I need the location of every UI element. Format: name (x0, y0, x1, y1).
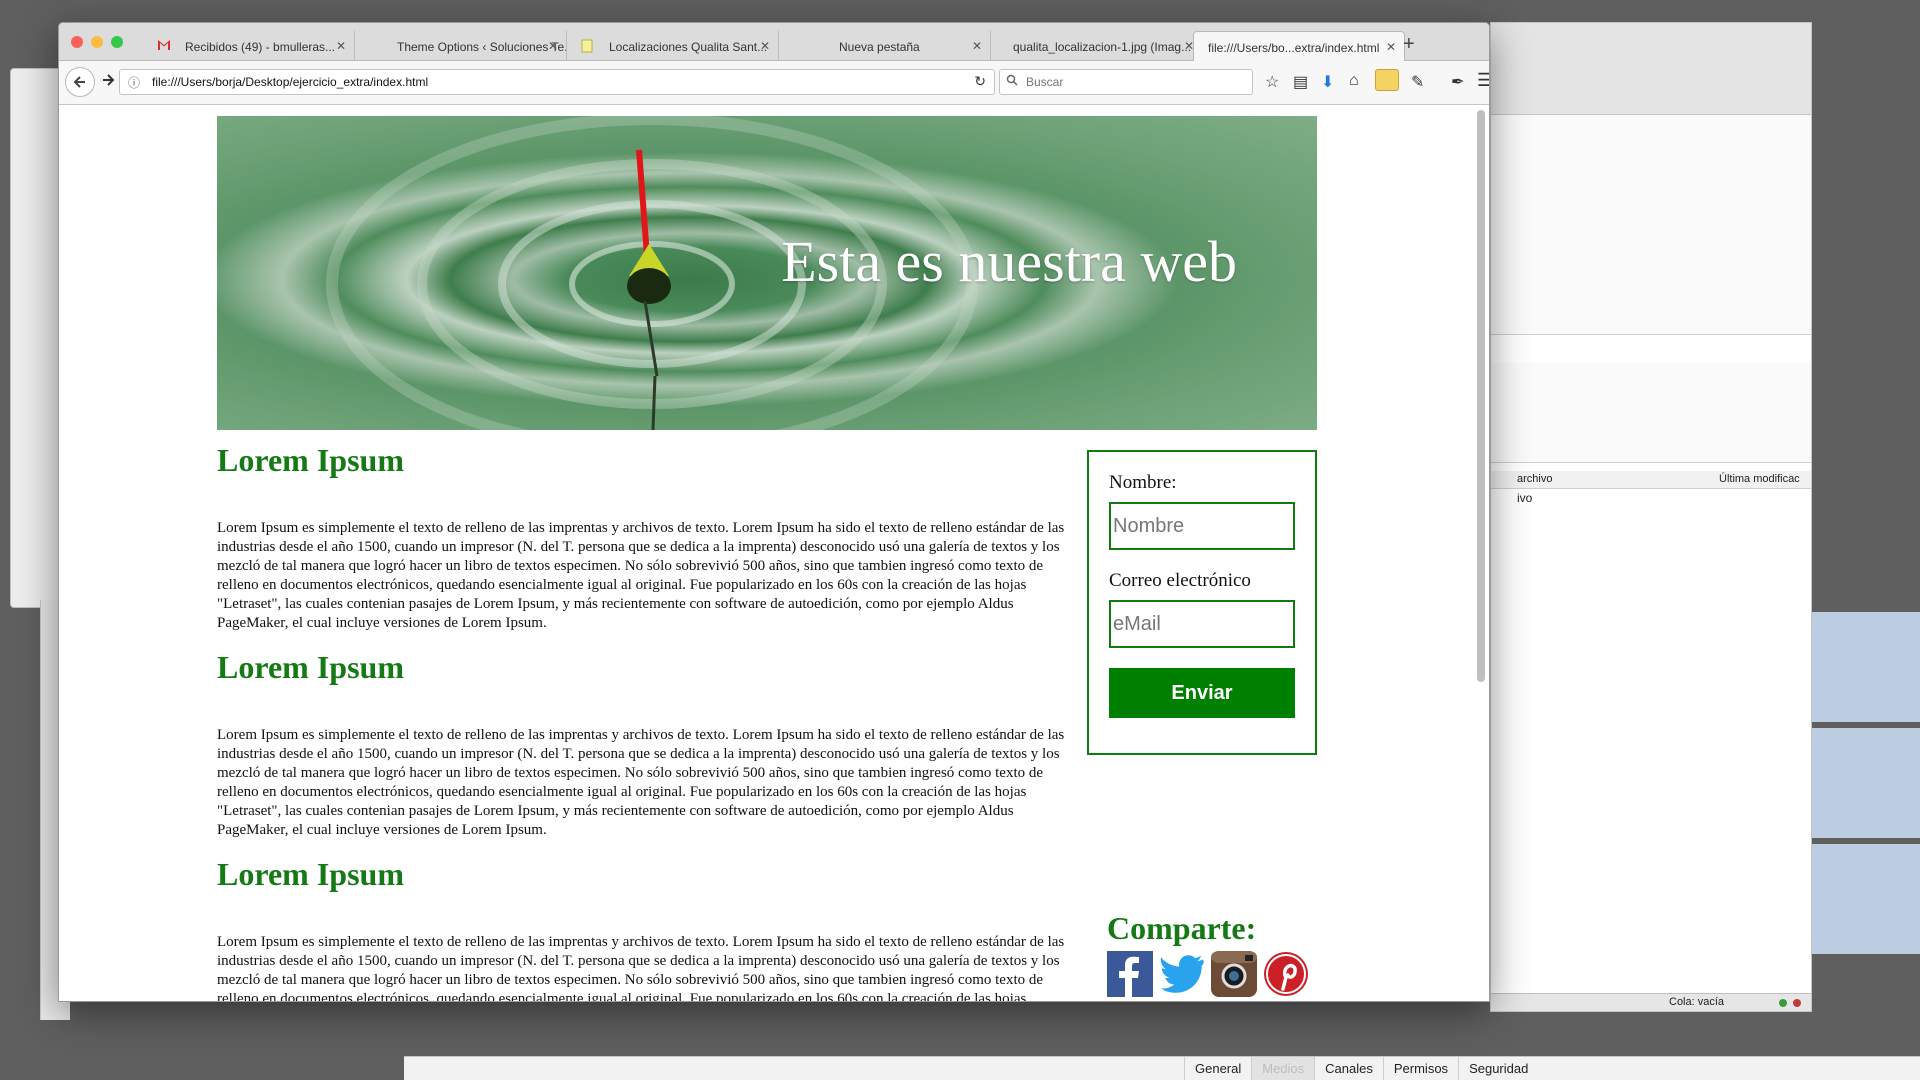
section-text: Lorem Ipsum es simplemente el texto de r… (217, 520, 1065, 631)
navigation-bar: ⓘ file:///Users/borja/Desktop/ejercicio_… (59, 61, 1489, 105)
close-tab-icon[interactable]: ✕ (760, 39, 770, 53)
browser-tab[interactable]: qualita_localizacion-1.jpg (Imag... ✕ (991, 31, 1203, 61)
browser-tab[interactable]: Theme Options ‹ Soluciones Te... ✕ (355, 31, 567, 61)
hero-title: Esta es nuestra web (781, 229, 1237, 294)
submit-button[interactable]: Enviar (1109, 668, 1295, 718)
extension-menu-icon[interactable]: ✎ (1411, 72, 1424, 92)
section-title: Lorem Ipsum (217, 856, 404, 892)
web-page: Esta es nuestra web Lorem Ipsum Lorem Ip… (217, 116, 1317, 1001)
background-bottom-bar: General Medios Canales Permisos Segurida… (404, 1056, 1920, 1080)
address-bar[interactable]: ⓘ file:///Users/borja/Desktop/ejercicio_… (119, 69, 995, 95)
tab-label: Nueva pestaña (839, 40, 920, 54)
share-title: Comparte: (1107, 910, 1257, 946)
browser-tab[interactable]: Nueva pestaña ✕ (779, 31, 991, 61)
section-text: Lorem Ipsum es simplemente el texto de r… (217, 727, 1065, 838)
page-viewport: Esta es nuestra web Lorem Ipsum Lorem Ip… (59, 106, 1489, 1001)
search-input[interactable] (1024, 73, 1244, 91)
desktop-file-thumbnail[interactable] (1812, 844, 1920, 954)
email-label: Correo electrónico (1109, 570, 1251, 591)
background-window-right: archivo Última modificac ivo Cola: vacía (1490, 22, 1812, 1012)
tab-label: file:///Users/bo...extra/index.html (1208, 41, 1380, 55)
tab-seguridad[interactable]: Seguridad (1458, 1057, 1538, 1080)
facebook-icon[interactable] (1107, 951, 1155, 999)
pinterest-icon[interactable] (1263, 951, 1311, 999)
reading-list-icon[interactable]: ▤ (1293, 72, 1308, 92)
tab-label: Localizaciones Qualita Sant... (609, 40, 768, 54)
queue-status: Cola: vacía (1669, 996, 1725, 1008)
search-bar[interactable] (999, 69, 1253, 95)
column-header-modified[interactable]: Última modificac (1719, 473, 1800, 485)
bottom-tabs: General Medios Canales Permisos Segurida… (1184, 1057, 1538, 1080)
forward-arrow-icon (103, 74, 115, 86)
eyedropper-icon[interactable]: ✒ (1451, 72, 1464, 92)
tab-canales[interactable]: Canales (1314, 1057, 1383, 1080)
section-title: Lorem Ipsum (217, 649, 404, 685)
social-links (1107, 951, 1311, 999)
url-text[interactable]: file:///Users/borja/Desktop/ejercicio_ex… (152, 75, 428, 89)
status-dot-icon (1779, 999, 1787, 1007)
menu-icon[interactable]: ☰ (1477, 70, 1489, 91)
section-text: Lorem Ipsum es simplemente el texto de r… (217, 934, 1065, 1002)
background-pane-top (1491, 115, 1811, 335)
name-field[interactable] (1109, 502, 1295, 550)
share-section: Comparte: (1107, 910, 1311, 999)
email-field[interactable] (1109, 600, 1295, 648)
browser-window: Recibidos (49) - bmulleras... ✕ Theme Op… (58, 22, 1490, 1002)
background-pane-middle (1491, 363, 1811, 463)
info-icon[interactable]: ⓘ (128, 74, 140, 91)
twitter-icon[interactable] (1159, 951, 1207, 999)
background-partial-text: ivo (1517, 491, 1533, 505)
tab-general[interactable]: General (1184, 1057, 1251, 1080)
desktop-file-thumbnail[interactable] (1812, 728, 1920, 838)
background-toolbar (1491, 23, 1811, 115)
document-icon (581, 39, 595, 53)
tab-permisos[interactable]: Permisos (1382, 1057, 1458, 1080)
main-content: Lorem Ipsum Lorem Ipsum es simplemente e… (217, 442, 1073, 1002)
close-tab-icon[interactable]: ✕ (972, 39, 982, 53)
status-dot-icon (1793, 999, 1801, 1007)
reload-icon[interactable]: ↻ (974, 73, 986, 90)
download-icon[interactable]: ⬇ (1321, 72, 1334, 92)
close-tab-icon[interactable]: ✕ (336, 39, 346, 53)
browser-tab-active[interactable]: file:///Users/bo...extra/index.html ✕ (1193, 31, 1405, 61)
tab-bar: Recibidos (49) - bmulleras... ✕ Theme Op… (59, 23, 1489, 61)
column-header-archivo[interactable]: archivo (1517, 473, 1552, 485)
back-arrow-icon (73, 76, 85, 88)
scrollbar-thumb[interactable] (1477, 110, 1485, 682)
section-title: Lorem Ipsum (217, 442, 404, 478)
browser-tab[interactable]: Recibidos (49) - bmulleras... ✕ (143, 31, 355, 61)
contact-form: Nombre: Correo electrónico Enviar (1087, 450, 1317, 755)
background-column-headers: archivo Última modificac (1491, 471, 1811, 489)
maximize-window-button[interactable] (111, 36, 123, 48)
vertical-scrollbar[interactable] (1477, 110, 1485, 1000)
close-window-button[interactable] (71, 36, 83, 48)
home-icon[interactable]: ⌂ (1349, 72, 1359, 90)
new-tab-button[interactable]: + (1403, 33, 1415, 56)
instagram-icon[interactable] (1211, 951, 1259, 999)
back-button[interactable] (65, 67, 95, 97)
tab-label: qualita_localizacion-1.jpg (Imag... (1013, 40, 1192, 54)
close-tab-icon[interactable]: ✕ (548, 39, 558, 53)
search-icon (1006, 74, 1018, 89)
background-status-bar: Cola: vacía (1491, 993, 1811, 1011)
name-label: Nombre: (1109, 472, 1177, 493)
tab-label: Recibidos (49) - bmulleras... (185, 40, 336, 54)
forward-button[interactable] (101, 73, 115, 92)
close-tab-icon[interactable]: ✕ (1386, 40, 1396, 54)
bookmark-star-icon[interactable]: ☆ (1265, 72, 1279, 92)
gmail-icon (157, 39, 171, 53)
tab-label: Theme Options ‹ Soluciones Te... (397, 40, 567, 54)
desktop-file-thumbnail[interactable] (1812, 612, 1920, 722)
minimize-window-button[interactable] (91, 36, 103, 48)
tab-medios[interactable]: Medios (1251, 1057, 1315, 1080)
blank-page-icon (369, 39, 383, 53)
browser-tab[interactable]: Localizaciones Qualita Sant... ✕ (567, 31, 779, 61)
hero-banner: Esta es nuestra web (217, 116, 1317, 430)
extension-icon[interactable] (1375, 69, 1399, 91)
desktop-files (1812, 22, 1920, 1042)
